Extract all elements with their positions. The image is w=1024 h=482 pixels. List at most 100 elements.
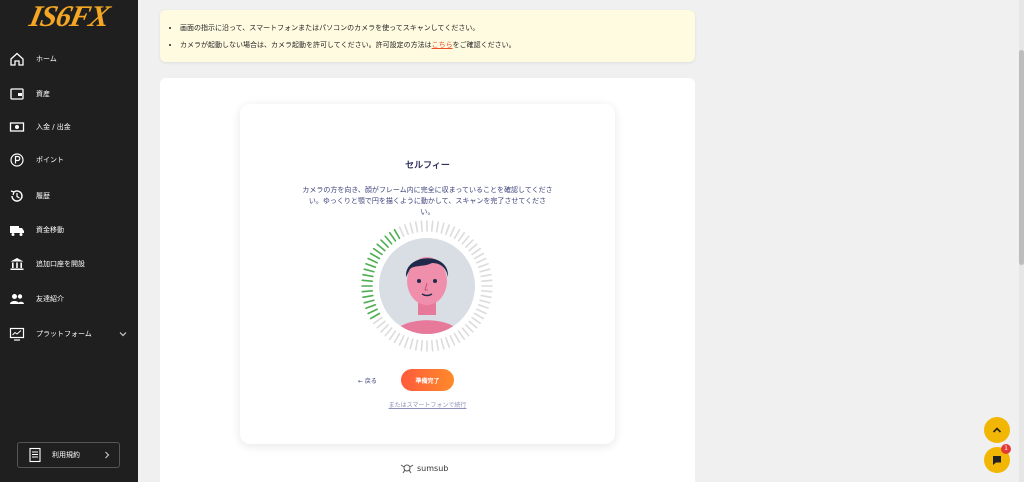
sidebar-item-label: ホーム	[36, 55, 57, 63]
scan-progress-tick	[449, 335, 456, 346]
scan-progress-tick	[461, 235, 470, 245]
scan-progress-tick	[468, 320, 478, 329]
scan-progress-tick	[480, 289, 493, 293]
sidebar-item-label: ポイント	[36, 156, 64, 164]
sidebar: IS6FX ホーム 資産 入金 / 出金 ポイント 履歴 資金移動 追加口座を開…	[0, 0, 138, 482]
scan-progress-tick	[388, 231, 397, 242]
scan-progress-tick	[369, 252, 381, 260]
notice-line-2: カメラが起動しない場合は、カメラ起動を許可してください。許可設定の方法はこちらを…	[180, 37, 683, 54]
scan-progress-tick	[465, 239, 474, 248]
verification-panel: セルフィー カメラの方を向き、顔がフレーム内に完全に収まっていることを確認してく…	[160, 78, 695, 482]
scroll-to-top-button[interactable]	[984, 417, 1010, 443]
notice-line-1: 画面の指示に沿って、スマートフォンまたはパソコンのカメラを使ってスキャンしてくだ…	[180, 20, 683, 37]
permission-help-link[interactable]: こちら	[432, 41, 453, 49]
sidebar-item-label: 追加口座を開設	[36, 260, 85, 268]
sidebar-item-points[interactable]: ポイント	[0, 145, 138, 175]
selfie-card: セルフィー カメラの方を向き、顔がフレーム内に完全に収まっていることを確認してく…	[240, 104, 615, 444]
sidebar-item-label: 資産	[36, 90, 50, 98]
scan-progress-tick	[414, 339, 419, 351]
scan-progress-tick	[376, 243, 386, 252]
sidebar-item-assets[interactable]: 資産	[0, 79, 138, 109]
history-icon	[8, 187, 26, 205]
scan-progress-tick	[480, 273, 492, 278]
scan-progress-tick	[420, 339, 424, 352]
scan-progress-tick	[445, 224, 451, 236]
points-icon	[8, 151, 26, 169]
scan-progress-tick	[471, 316, 482, 325]
scan-progress-tick	[365, 262, 377, 268]
sidebar-item-label: 履歴	[36, 192, 50, 200]
monitor-icon	[8, 325, 26, 343]
sidebar-item-referral[interactable]: 友達紹介	[0, 284, 138, 314]
scan-progress-tick	[363, 299, 375, 304]
scan-progress-tick	[476, 308, 487, 315]
scan-progress-tick	[393, 228, 401, 240]
scan-progress-tick	[380, 239, 389, 248]
sidebar-item-label: 友達紹介	[36, 295, 64, 303]
scan-progress-tick	[449, 226, 456, 237]
chat-button[interactable]: 1	[984, 444, 1011, 473]
terms-button[interactable]: 利用規約	[17, 442, 120, 468]
notice-text: をご確認ください。	[452, 41, 516, 49]
sidebar-item-fund-transfer[interactable]: 資金移動	[0, 215, 138, 245]
sidebar-item-open-account[interactable]: 追加口座を開設	[0, 249, 138, 279]
scan-progress-tick	[477, 304, 489, 310]
scan-progress-tick	[479, 268, 491, 273]
scan-progress-tick	[435, 221, 440, 233]
ready-button[interactable]: 準備完了	[401, 369, 454, 391]
scan-progress-tick	[409, 338, 414, 350]
bank-icon	[8, 255, 26, 273]
notice-text: カメラが起動しない場合は、カメラ起動を許可してください。許可設定の方法は	[180, 41, 432, 49]
chat-icon	[993, 456, 1001, 465]
scan-progress-tick	[362, 273, 374, 278]
scan-progress-tick	[372, 316, 383, 325]
scan-progress-tick	[393, 332, 401, 344]
scan-progress-tick	[384, 327, 393, 337]
scan-progress-tick	[435, 339, 440, 351]
scan-progress-tick	[365, 304, 377, 310]
scan-progress-tick	[367, 257, 378, 264]
scrollbar-thumb[interactable]	[1019, 50, 1024, 265]
wallet-icon	[8, 85, 26, 103]
scan-progress-tick	[430, 339, 434, 352]
scan-progress-tick	[453, 228, 461, 240]
scan-progress-tick	[369, 312, 381, 320]
scan-progress-tick	[457, 231, 466, 242]
scan-progress-tick	[479, 299, 491, 304]
chat-badge: 1	[1001, 444, 1011, 454]
scan-progress-tick	[414, 221, 419, 233]
chevron-up-icon	[992, 427, 1002, 433]
scan-progress-tick	[480, 294, 492, 299]
continue-on-phone-link[interactable]: またはスマートフォンで続行	[240, 400, 615, 409]
scan-progress-tick	[403, 224, 409, 236]
sidebar-item-platform[interactable]: プラットフォーム	[0, 319, 138, 349]
scan-progress-tick	[362, 294, 374, 299]
scan-progress-tick	[363, 268, 375, 273]
scan-progress-tick	[367, 308, 378, 315]
scan-progress-tick	[403, 336, 409, 348]
brand-logo[interactable]: IS6FX	[26, 0, 112, 34]
scan-progress-tick	[388, 330, 397, 341]
users-icon	[8, 290, 26, 308]
page-scrollbar[interactable]	[1019, 0, 1024, 482]
terms-label: 利用規約	[52, 451, 80, 459]
sumsub-label: sumsub	[417, 463, 449, 473]
scan-progress-tick	[398, 226, 405, 237]
scan-progress-tick	[461, 327, 470, 337]
sumsub-logo-icon	[400, 464, 414, 474]
scan-progress-tick	[380, 324, 389, 333]
home-icon	[8, 50, 26, 68]
face-scan-ring	[361, 220, 493, 352]
scan-progress-tick	[376, 320, 386, 329]
sidebar-item-history[interactable]: 履歴	[0, 181, 138, 211]
back-button[interactable]: ← 戻る	[358, 376, 377, 385]
sidebar-item-home[interactable]: ホーム	[0, 44, 138, 74]
scan-progress-tick	[445, 336, 451, 348]
sidebar-item-label: 入金 / 出金	[36, 123, 71, 131]
scan-progress-tick	[468, 243, 478, 252]
sidebar-item-deposit-withdraw[interactable]: 入金 / 出金	[0, 112, 138, 142]
scan-progress-tick	[457, 330, 466, 341]
scan-progress-tick	[372, 247, 383, 256]
scan-progress-tick	[440, 338, 445, 350]
scan-progress-tick	[473, 252, 485, 260]
